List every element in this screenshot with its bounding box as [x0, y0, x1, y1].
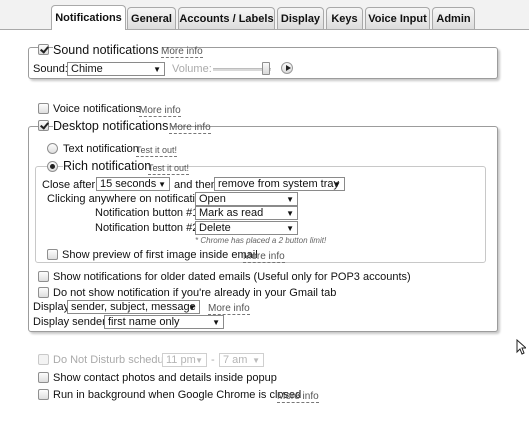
- desktop-notifications-checkbox[interactable]: [38, 120, 49, 131]
- mouse-pointer-icon: [516, 339, 526, 355]
- tab-keys[interactable]: Keys: [326, 7, 363, 29]
- chevron-down-icon: ▼: [195, 356, 203, 365]
- background-checkbox[interactable]: [38, 389, 49, 400]
- chevron-down-icon: ▼: [188, 303, 196, 312]
- dnd-checkbox[interactable]: [38, 354, 49, 365]
- text-test-link[interactable]: Test it out!: [136, 145, 178, 157]
- display-label: Display: [33, 301, 70, 313]
- play-icon[interactable]: [281, 62, 293, 74]
- rich-notification-label: Rich notification: [63, 159, 155, 173]
- tab-admin[interactable]: Admin: [432, 7, 475, 29]
- clicking-select[interactable]: Open ▼: [195, 192, 298, 206]
- sound-label: Sound:: [33, 63, 68, 75]
- button1-select[interactable]: Mark as read ▼: [195, 206, 298, 220]
- clicking-value: Open: [199, 193, 226, 205]
- desktop-more-info-link[interactable]: More info: [169, 122, 211, 134]
- display-more-info-link[interactable]: More info: [208, 303, 250, 315]
- dnd-to-value: 7 am: [223, 354, 248, 366]
- rich-test-link[interactable]: Test it out!: [148, 163, 190, 175]
- tab-general[interactable]: General: [127, 7, 176, 29]
- contact-photos-label: Show contact photos and details inside p…: [53, 372, 277, 384]
- clicking-label: Clicking anywhere on notification:: [47, 193, 211, 205]
- display-value: sender, subject, message: [71, 301, 196, 313]
- button2-select[interactable]: Delete ▼: [195, 221, 298, 235]
- sound-more-info-link[interactable]: More info: [161, 46, 203, 58]
- desktop-notifications-label: Desktop notifications: [53, 119, 172, 133]
- chrome-button-limit-note: * Chrome has placed a 2 button limit!: [195, 236, 327, 245]
- dnd-from-select[interactable]: 11 pm ▼: [162, 353, 207, 367]
- chevron-down-icon: ▼: [286, 195, 294, 204]
- button1-label: Notification button #1:: [95, 207, 202, 219]
- older-emails-checkbox[interactable]: [38, 271, 49, 282]
- sound-notifications-checkbox[interactable]: [38, 44, 49, 55]
- gmail-tab-label: Do not show notification if you're alrea…: [53, 287, 337, 299]
- chevron-down-icon: ▼: [212, 318, 220, 327]
- older-emails-label: Show notifications for older dated email…: [53, 271, 411, 283]
- and-then-label: and then: [174, 179, 217, 191]
- chevron-down-icon: ▼: [333, 180, 341, 189]
- button2-value: Delete: [199, 222, 231, 234]
- button2-label: Notification button #2:: [95, 222, 202, 234]
- volume-slider-thumb[interactable]: [262, 62, 270, 75]
- sound-select[interactable]: Chime ▼: [67, 62, 165, 76]
- display-sender-value: first name only: [108, 316, 180, 328]
- display-sender-select[interactable]: first name only ▼: [104, 315, 224, 329]
- chevron-down-icon: ▼: [252, 356, 260, 365]
- background-more-info-link[interactable]: More info: [277, 391, 319, 403]
- chevron-down-icon: ▼: [153, 65, 161, 74]
- display-select[interactable]: sender, subject, message ▼: [67, 300, 200, 314]
- dnd-label: Do Not Disturb schedule:: [53, 354, 176, 366]
- contact-photos-checkbox[interactable]: [38, 372, 49, 383]
- gmail-tab-checkbox[interactable]: [38, 287, 49, 298]
- dnd-to-select[interactable]: 7 am ▼: [219, 353, 264, 367]
- sound-select-value: Chime: [71, 63, 103, 75]
- dnd-dash: -: [211, 354, 215, 366]
- volume-label: Volume:: [172, 63, 212, 75]
- rich-notification-radio[interactable]: [47, 161, 58, 172]
- tab-notifications[interactable]: Notifications: [51, 5, 126, 30]
- close-after-label: Close after:: [42, 179, 99, 191]
- and-then-select[interactable]: remove from system tray ▼: [214, 177, 345, 191]
- preview-image-label: Show preview of first image inside email: [62, 249, 258, 261]
- voice-more-info-link[interactable]: More info: [139, 105, 181, 117]
- close-after-value: 15 seconds: [100, 178, 157, 190]
- tab-bar: Notifications General Accounts / Labels …: [0, 0, 529, 30]
- background-label: Run in background when Google Chrome is …: [53, 389, 302, 401]
- tab-display[interactable]: Display: [277, 7, 324, 29]
- voice-notifications-label: Voice notifications: [53, 103, 142, 115]
- preview-more-info-link[interactable]: More info: [243, 251, 285, 263]
- chevron-down-icon: ▼: [286, 224, 294, 233]
- button1-value: Mark as read: [199, 207, 264, 219]
- text-notification-radio[interactable]: [47, 143, 58, 154]
- text-notification-label: Text notification: [63, 143, 139, 155]
- sound-notifications-label: Sound notifications: [53, 43, 162, 57]
- chevron-down-icon: ▼: [286, 209, 294, 218]
- preview-image-checkbox[interactable]: [47, 249, 58, 260]
- tab-voice-input[interactable]: Voice Input: [365, 7, 430, 29]
- chevron-down-icon: ▼: [158, 180, 166, 189]
- close-after-select[interactable]: 15 seconds ▼: [96, 177, 170, 191]
- dnd-from-value: 11 pm: [166, 354, 196, 366]
- and-then-value: remove from system tray: [218, 178, 340, 190]
- voice-notifications-checkbox[interactable]: [38, 103, 49, 114]
- display-sender-label: Display sender's: [33, 316, 114, 328]
- tab-accounts-labels[interactable]: Accounts / Labels: [178, 7, 275, 29]
